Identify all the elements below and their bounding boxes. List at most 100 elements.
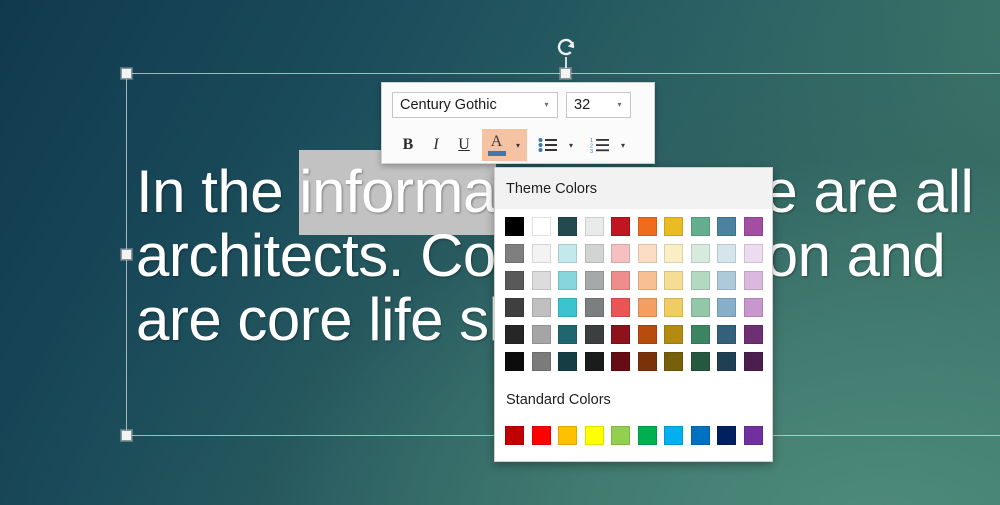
chevron-down-icon[interactable]: ▾ [539,101,557,109]
theme-color-swatch-r4-c9[interactable] [740,322,766,347]
theme-color-swatch-r3-c7[interactable] [687,295,713,320]
theme-color-swatch-r2-c0[interactable] [502,268,527,293]
theme-color-swatch-r0-c6[interactable] [661,214,686,239]
theme-color-swatch-r2-c3[interactable] [581,268,607,293]
theme-color-swatch-r5-c9[interactable] [740,349,766,374]
standard-color-swatch-r0-c1[interactable] [528,423,554,448]
color-chip [505,352,524,371]
numbered-list-dropdown-chevron-icon[interactable]: ▾ [615,131,631,159]
theme-color-swatch-r2-c4[interactable] [608,268,633,293]
color-chip [558,325,577,344]
theme-color-swatch-r2-c1[interactable] [528,268,554,293]
resize-handle-top-left[interactable] [121,68,132,79]
bulleted-list-dropdown-chevron-icon[interactable]: ▾ [563,131,579,159]
theme-color-swatch-r5-c4[interactable] [608,349,633,374]
standard-color-swatch-r0-c4[interactable] [608,423,633,448]
theme-color-swatch-r1-c4[interactable] [608,241,633,266]
theme-color-swatch-r0-c7[interactable] [687,214,713,239]
theme-color-swatch-r0-c5[interactable] [634,214,660,239]
theme-color-swatch-r0-c0[interactable] [502,214,527,239]
theme-color-swatch-r4-c3[interactable] [581,322,607,347]
theme-color-swatch-r4-c1[interactable] [528,322,554,347]
theme-color-swatch-r4-c5[interactable] [634,322,660,347]
standard-color-swatch-r0-c3[interactable] [581,423,607,448]
theme-color-swatch-r4-c4[interactable] [608,322,633,347]
theme-color-swatch-r1-c3[interactable] [581,241,607,266]
theme-color-swatch-r0-c9[interactable] [740,214,766,239]
standard-color-swatch-r0-c0[interactable] [502,423,527,448]
color-chip [637,325,657,344]
theme-color-swatch-r2-c9[interactable] [740,268,766,293]
resize-handle-bottom-left[interactable] [121,430,132,441]
color-chip [690,325,710,344]
theme-color-swatch-r3-c4[interactable] [608,295,633,320]
theme-color-swatch-r5-c2[interactable] [555,349,580,374]
theme-color-swatch-r1-c6[interactable] [661,241,686,266]
color-chip [531,352,551,371]
theme-colors-heading: Theme Colors [495,168,772,209]
theme-color-swatch-r2-c7[interactable] [687,268,713,293]
standard-color-swatch-r0-c2[interactable] [555,423,580,448]
resize-handle-top-center[interactable] [560,68,571,79]
theme-color-swatch-r0-c1[interactable] [528,214,554,239]
theme-color-swatch-r3-c6[interactable] [661,295,686,320]
theme-color-swatch-r5-c6[interactable] [661,349,686,374]
color-chip [611,217,630,236]
chevron-down-icon[interactable]: ▾ [612,101,630,109]
theme-color-swatch-r2-c5[interactable] [634,268,660,293]
standard-color-swatch-r0-c8[interactable] [714,423,739,448]
theme-color-swatch-r3-c9[interactable] [740,295,766,320]
theme-color-swatch-r0-c2[interactable] [555,214,580,239]
numbered-list-icon[interactable]: 1 2 3 [585,131,615,159]
theme-color-swatch-r3-c3[interactable] [581,295,607,320]
theme-color-swatch-r1-c8[interactable] [714,241,739,266]
theme-color-swatch-r4-c2[interactable] [555,322,580,347]
theme-color-swatch-r3-c2[interactable] [555,295,580,320]
selected-text-run[interactable]: informa [299,156,496,231]
resize-handle-middle-left[interactable] [121,248,132,260]
theme-color-swatch-r1-c1[interactable] [528,241,554,266]
theme-color-swatch-r3-c0[interactable] [502,295,527,320]
italic-button[interactable]: I [422,131,450,159]
theme-color-swatch-r5-c1[interactable] [528,349,554,374]
theme-color-swatch-r0-c8[interactable] [714,214,739,239]
font-name-combobox[interactable]: Century Gothic ▾ [392,92,558,118]
theme-color-swatch-r1-c2[interactable] [555,241,580,266]
theme-color-swatch-r3-c5[interactable] [634,295,660,320]
theme-color-swatch-r3-c1[interactable] [528,295,554,320]
theme-color-swatch-r4-c7[interactable] [687,322,713,347]
font-color-dropdown-chevron-icon[interactable]: ▾ [510,130,526,160]
theme-color-swatch-r5-c0[interactable] [502,349,527,374]
theme-color-swatch-r5-c8[interactable] [714,349,739,374]
font-color-button[interactable]: A [483,130,510,160]
theme-color-swatch-r5-c5[interactable] [634,349,660,374]
rotate-handle-icon[interactable] [555,36,577,58]
theme-color-swatch-r1-c7[interactable] [687,241,713,266]
theme-color-swatch-r1-c5[interactable] [634,241,660,266]
theme-color-swatch-r5-c3[interactable] [581,349,607,374]
bold-button[interactable]: B [394,131,422,159]
color-chip [664,217,683,236]
theme-color-swatch-r2-c2[interactable] [555,268,580,293]
theme-color-swatch-r4-c8[interactable] [714,322,739,347]
standard-color-swatch-r0-c6[interactable] [661,423,686,448]
standard-color-swatch-r0-c9[interactable] [740,423,766,448]
color-chip [584,325,604,344]
theme-color-swatch-r2-c8[interactable] [714,268,739,293]
font-name-value: Century Gothic [400,97,497,113]
theme-color-swatch-r4-c6[interactable] [661,322,686,347]
theme-color-swatch-r1-c9[interactable] [740,241,766,266]
theme-color-swatch-r0-c4[interactable] [608,214,633,239]
theme-color-swatch-r2-c6[interactable] [661,268,686,293]
theme-color-swatch-r4-c0[interactable] [502,322,527,347]
bulleted-list-icon[interactable] [533,131,563,159]
underline-button[interactable]: U [450,131,478,159]
standard-color-swatch-r0-c7[interactable] [687,423,713,448]
theme-color-swatch-r1-c0[interactable] [502,241,527,266]
color-chip [611,244,630,263]
standard-color-swatch-r0-c5[interactable] [634,423,660,448]
theme-color-swatch-r3-c8[interactable] [714,295,739,320]
theme-color-swatch-r5-c7[interactable] [687,349,713,374]
theme-color-swatch-r0-c3[interactable] [581,214,607,239]
font-size-combobox[interactable]: 32 ▾ [566,92,631,118]
